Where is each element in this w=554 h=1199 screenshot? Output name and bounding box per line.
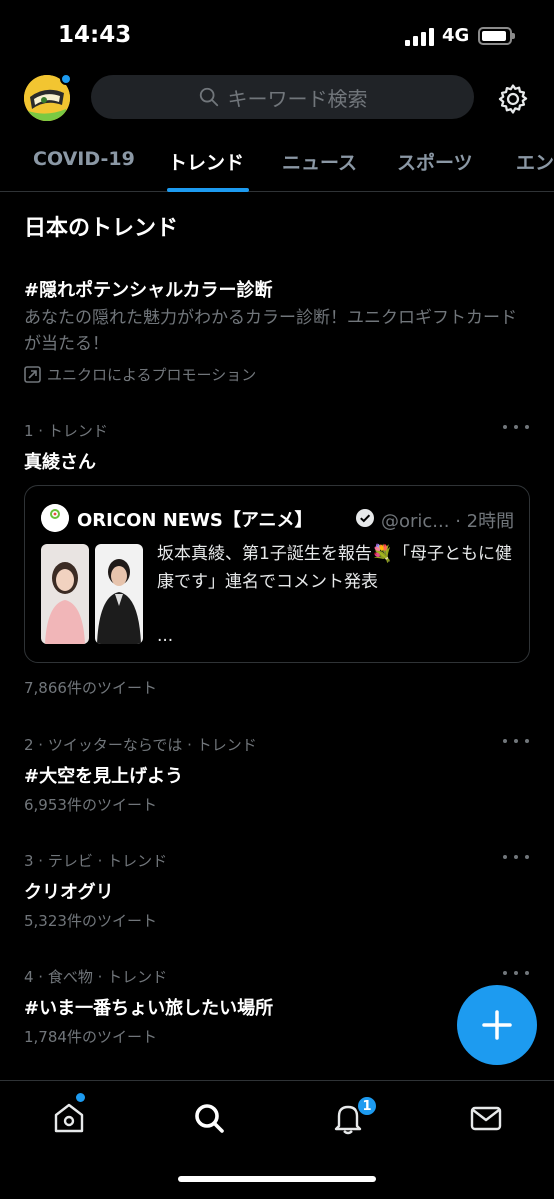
search-placeholder: キーワード検索 <box>227 86 368 111</box>
section-title: 日本のトレンド <box>24 216 179 241</box>
trend-name[interactable]: 真綾さん <box>24 448 529 474</box>
more-icon[interactable] <box>503 420 529 434</box>
source-logo <box>41 504 69 532</box>
news-card[interactable]: ORICON NEWS【アニメ】 @oric... · 2時間 坂本真綾、第1子… <box>24 485 530 663</box>
trend-meta: 4 · 食べ物 · トレンド <box>24 968 168 986</box>
signal-icon <box>405 28 435 46</box>
explore-tabs: COVID-19 トレンド ニュース スポーツ エン <box>0 132 554 192</box>
more-icon[interactable] <box>503 966 529 980</box>
trend-item[interactable]: 2 · ツイッターならでは · トレンド #大空を見上げよう 6,953件のツイ… <box>24 734 529 815</box>
trend-name[interactable]: #いま一番ちょい旅したい場所 <box>24 994 529 1020</box>
trend-meta: 3 · テレビ · トレンド <box>24 852 168 870</box>
trend-item[interactable]: 3 · テレビ · トレンド クリオグリ 5,323件のツイート <box>24 850 529 931</box>
compose-icon <box>482 1010 512 1040</box>
source-handle: @oric... · 2時間 <box>381 511 515 532</box>
avatar-notification-dot <box>60 73 72 85</box>
header: キーワード検索 <box>0 70 554 126</box>
source-name[interactable]: ORICON NEWS【アニメ】 <box>77 506 313 532</box>
messages-icon[interactable] <box>469 1101 503 1135</box>
promoted-trend-title[interactable]: #隠れポテンシャルカラー診断 <box>24 276 273 302</box>
trend-name[interactable]: #大空を見上げよう <box>24 762 529 788</box>
home-icon[interactable] <box>52 1101 86 1135</box>
notification-badge: 1 <box>356 1095 378 1117</box>
trend-meta: 1 · トレンド <box>24 422 108 440</box>
trend-item[interactable]: 4 · 食べ物 · トレンド #いま一番ちょい旅したい場所 1,784件のツイー… <box>24 966 529 1047</box>
trend-meta: 2 · ツイッターならでは · トレンド <box>24 736 257 754</box>
promoted-by-label: ユニクロによるプロモーション <box>47 366 257 384</box>
search-bar[interactable]: キーワード検索 <box>91 75 474 119</box>
active-tab-indicator <box>167 188 249 192</box>
compose-button[interactable] <box>457 985 537 1065</box>
status-time: 14:43 <box>58 22 132 48</box>
tab-trends[interactable]: トレンド <box>168 148 244 175</box>
trend-name[interactable]: クリオグリ <box>24 878 529 904</box>
trend-count: 5,323件のツイート <box>24 912 157 930</box>
news-ellipsis: ... <box>157 626 174 646</box>
tab-news[interactable]: ニュース <box>282 148 357 175</box>
screen: 14:43 4G キーワード検索 COVID-19 トレンド ニュース スポーツ… <box>0 0 554 1199</box>
tab-covid-19[interactable]: COVID-19 <box>33 148 135 170</box>
tab-sports[interactable]: スポーツ <box>397 148 473 175</box>
network-type: 4G <box>442 25 470 46</box>
promoted-by: ユニクロによるプロモーション <box>24 364 256 385</box>
news-text: 坂本真綾、第1子誕生を報告💐「母子ともに健康です」連名でコメント発表 <box>157 544 512 592</box>
verified-icon <box>356 509 374 527</box>
battery-icon <box>478 27 515 45</box>
gear-icon[interactable] <box>496 82 530 116</box>
explore-icon[interactable] <box>192 1101 226 1135</box>
more-icon[interactable] <box>503 850 529 864</box>
status-bar: 14:43 4G <box>0 0 554 70</box>
search-icon <box>199 87 218 107</box>
promoted-trend-description: あなたの隠れた魅力がわかるカラー診断！ユニクロギフトカードが当たる！ <box>24 308 517 354</box>
thumbnail-image <box>95 544 143 644</box>
trend-count: 6,953件のツイート <box>24 796 157 814</box>
thumbnail-image <box>41 544 89 644</box>
trend-item[interactable]: 1 · トレンド 真綾さん <box>24 420 529 474</box>
more-icon[interactable] <box>503 734 529 748</box>
tab-entertainment[interactable]: エン <box>516 148 554 175</box>
trend-count: 7,866件のツイート <box>24 679 157 697</box>
home-notification-dot <box>76 1093 85 1102</box>
home-indicator[interactable] <box>178 1176 376 1182</box>
trend-count: 1,784件のツイート <box>24 1028 157 1046</box>
trend-count-row: 7,866件のツイート <box>24 677 529 698</box>
promoted-icon <box>24 366 41 383</box>
